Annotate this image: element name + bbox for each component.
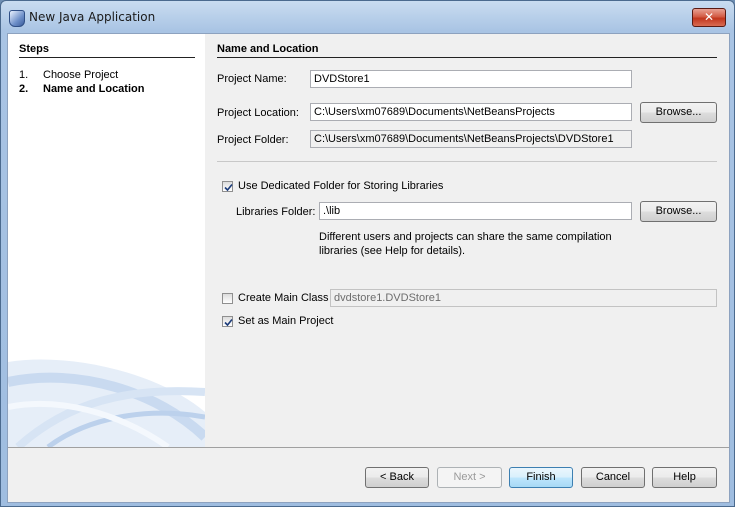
step-name-and-location: 2. Name and Location [19,83,144,95]
steps-panel: Steps 1. Choose Project 2. Name and Locati… [8,34,205,447]
step-choose-project: 1. Choose Project [19,69,118,81]
main-class-input[interactable]: dvdstore1.DVDStore1 [330,289,717,307]
project-location-label: Project Location: [217,107,299,119]
close-button[interactable]: ✕ [692,8,726,27]
title-bar[interactable]: New Java Application ✕ [1,1,734,33]
close-icon: ✕ [703,10,715,24]
create-main-class-checkbox[interactable] [222,293,233,304]
libraries-folder-input[interactable]: .\lib [319,202,632,220]
dialog-window: New Java Application ✕ Steps 1. Choose Pr… [0,0,735,507]
dedicated-folder-label[interactable]: Use Dedicated Folder for Storing Librari… [238,180,443,192]
window-title: New Java Application [29,10,156,24]
step-number: 2. [19,83,29,95]
create-main-class-label[interactable]: Create Main Class [238,292,328,304]
help-button[interactable]: Help [652,467,717,488]
libraries-note-line: libraries (see Help for details). [319,245,466,257]
java-app-icon [9,10,25,27]
checkmark-icon [224,183,233,192]
project-location-input[interactable]: C:\Users\xm07689\Documents\NetBeansProje… [310,103,632,121]
libraries-note-line: Different users and projects can share t… [319,231,612,243]
set-main-project-label[interactable]: Set as Main Project [238,315,333,327]
project-folder-label: Project Folder: [217,134,289,146]
step-number: 1. [19,69,29,81]
back-button[interactable]: < Back [365,467,429,488]
project-name-label: Project Name: [217,73,287,85]
project-name-input[interactable]: DVDStore1 [310,70,632,88]
set-main-project-checkbox[interactable] [222,316,233,327]
libraries-note: Different users and projects can share t… [319,230,612,258]
step-label: Name and Location [43,83,145,95]
libraries-folder-label: Libraries Folder: [236,206,316,218]
decorative-swoosh-graphic [8,359,205,447]
dialog-content: Steps 1. Choose Project 2. Name and Locati… [7,33,730,503]
cancel-button[interactable]: Cancel [581,467,645,488]
step-label: Choose Project [43,69,119,81]
project-folder-field: C:\Users\xm07689\Documents\NetBeansProje… [310,130,632,148]
libraries-browse-button[interactable]: Browse... [640,201,717,222]
steps-divider [19,57,195,58]
button-bar-separator [8,447,729,448]
next-button[interactable]: Next > [437,467,502,488]
separator [217,161,717,162]
steps-heading: Steps [19,43,49,55]
project-location-browse-button[interactable]: Browse... [640,102,717,123]
section-divider [217,57,717,58]
section-heading: Name and Location [217,43,319,55]
dedicated-folder-checkbox[interactable] [222,181,233,192]
checkmark-icon [224,318,233,327]
finish-button[interactable]: Finish [509,467,573,488]
